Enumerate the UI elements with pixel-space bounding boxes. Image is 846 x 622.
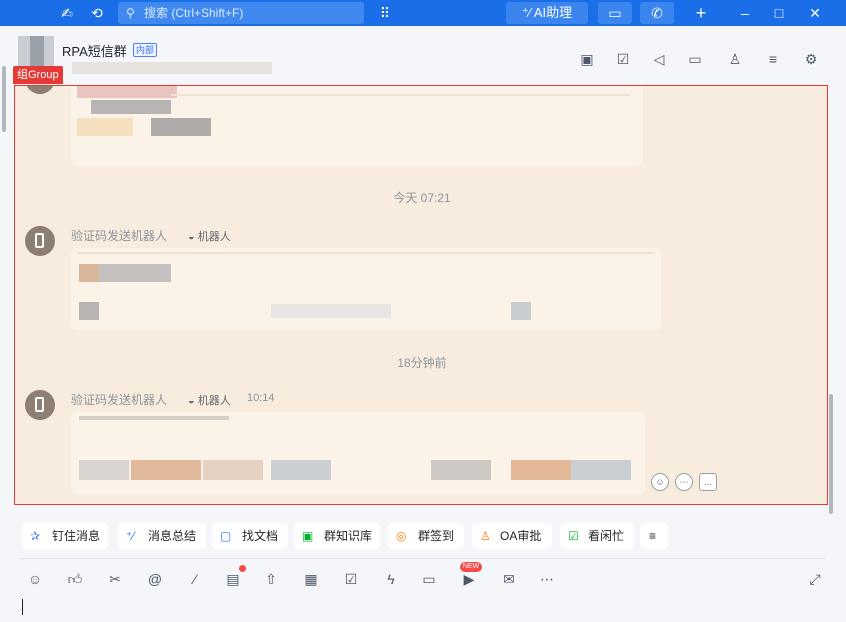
add-reaction-icon[interactable]: ☺ [651, 473, 669, 491]
message-input[interactable] [22, 599, 23, 615]
search-placeholder: 搜索 (Ctrl+Shift+F) [144, 6, 244, 20]
app-logo-icon[interactable]: ✍ [58, 4, 76, 22]
phone-icon [35, 233, 44, 248]
screen-share-icon: ▭ [608, 5, 622, 21]
live-icon[interactable]: ▣ [578, 50, 596, 68]
pin-message-label: 钉住消息 [52, 529, 101, 543]
reply-icon[interactable]: ⋯ [675, 473, 693, 491]
new-doc-icon[interactable]: ▤ [224, 570, 242, 588]
find-doc-label: 找文档 [242, 529, 279, 543]
pin-icon: ✰ [30, 529, 41, 543]
maximize-icon[interactable]: □ [770, 4, 788, 22]
sender-name[interactable]: 验证码发送机器人 [71, 391, 167, 408]
menu-icon: ≡ [649, 529, 657, 543]
mention-icon[interactable]: @ [146, 570, 164, 588]
search-input[interactable]: ⚲ 搜索 (Ctrl+Shift+F) [118, 2, 364, 24]
notification-dot [239, 565, 246, 572]
blurred-content [72, 62, 272, 74]
task-icon[interactable]: ☑ [342, 570, 360, 588]
settings-icon[interactable]: ⚙ [802, 50, 820, 68]
more-actions-button[interactable]: ≡ [640, 523, 668, 549]
history-icon[interactable]: ⟲ [88, 4, 106, 22]
bot-tag-label: 机器人 [197, 231, 231, 243]
more-actions-icon[interactable]: … [699, 473, 717, 491]
knowledge-base-label: 群知识库 [324, 529, 373, 543]
left-scrollbar[interactable] [2, 66, 6, 132]
more-tools-icon[interactable]: ⋯ [538, 570, 556, 588]
message-card[interactable] [71, 86, 643, 166]
checkin-icon: ◎ [396, 529, 407, 543]
right-scrollbar[interactable] [829, 394, 833, 514]
bot-tag: ◒ 机器人 [185, 228, 234, 244]
upload-file-icon[interactable]: ⇧ [262, 570, 280, 588]
free-busy-label: 看闲忙 [588, 529, 625, 543]
bot-avatar[interactable] [25, 226, 55, 256]
message-list: 今天 07:21 验证码发送机器人 ◒ 机器人 18分钟前 验证码发送机器人 ◒… [14, 85, 828, 505]
quick-action-bar: ✰ 钉住消息 ⁺⁄ 消息总结 ▢ 找文档 ▣ 群知识库 ◎ 群签到 ♙ OA审批… [0, 518, 846, 554]
time-divider: 今天 07:21 [393, 191, 451, 205]
message-card[interactable] [71, 412, 645, 494]
group-title[interactable]: RPA短信群 [62, 41, 127, 60]
internal-badge: 内部 [133, 43, 158, 57]
search-icon: ⚲ [126, 6, 135, 20]
call-button[interactable]: ✆ [640, 2, 674, 24]
calendar-free-busy-icon: ☑ [568, 529, 579, 543]
emoji-icon[interactable]: ☺ [26, 570, 44, 588]
summary-label: 消息总结 [148, 529, 197, 543]
robot-icon: ◒ [188, 231, 198, 243]
find-doc-button[interactable]: ▢ 找文档 [212, 523, 288, 549]
sender-avatar[interactable] [25, 86, 55, 94]
bot-avatar[interactable] [25, 390, 55, 420]
note-icon[interactable]: ▦ [302, 570, 320, 588]
find-doc-icon: ▢ [220, 529, 232, 543]
oa-approval-button[interactable]: ♙ OA审批 [472, 523, 552, 549]
pin-message-button[interactable]: ✰ 钉住消息 [22, 523, 108, 549]
summary-button[interactable]: ⁺⁄ 消息总结 [118, 523, 206, 549]
bot-tag-label: 机器人 [197, 395, 231, 407]
folder-icon[interactable]: ▭ [686, 50, 704, 68]
new-badge: NEW [460, 562, 482, 572]
oa-approval-label: OA审批 [500, 529, 542, 543]
bot-tag: ◒ 机器人 [185, 392, 234, 408]
minimize-icon[interactable]: – [736, 4, 754, 22]
ai-assistant-button[interactable]: ⁺⁄ AI助理 [506, 2, 588, 24]
add-member-icon[interactable]: ♙ [726, 50, 744, 68]
checkin-label: 群签到 [418, 529, 455, 543]
checkin-button[interactable]: ◎ 群签到 [388, 523, 464, 549]
message-card[interactable] [71, 248, 661, 330]
plus-icon[interactable]: + [692, 4, 710, 22]
knowledge-base-button[interactable]: ▣ 群知识库 [294, 523, 380, 549]
robot-icon: ◒ [188, 395, 198, 407]
todo-icon[interactable]: ☑ [614, 50, 632, 68]
ai-assistant-icon: ⁺⁄ [521, 5, 534, 20]
phone-icon [35, 397, 44, 412]
live-stream-icon[interactable]: ▶ [460, 570, 478, 588]
expand-icon[interactable]: ⤢ [806, 570, 824, 588]
quick-reply-icon[interactable]: ϟ [382, 570, 400, 588]
sender-name[interactable]: 验证码发送机器人 [71, 227, 167, 244]
announcement-icon[interactable]: ◁ [650, 50, 668, 68]
approval-icon: ♙ [480, 529, 491, 543]
divider [20, 558, 826, 559]
group-tag: 组Group [13, 66, 63, 84]
free-busy-button[interactable]: ☑ 看闲忙 [560, 523, 634, 549]
ai-assistant-label: AI助理 [533, 5, 573, 20]
message-time: 10:14 [247, 392, 275, 404]
mail-icon[interactable]: ✉ [500, 570, 518, 588]
thumbs-up-icon[interactable]: 👍︎ [66, 570, 84, 588]
title-bar: ✍ ⟲ ⚲ 搜索 (Ctrl+Shift+F) ⠿ ⁺⁄ AI助理 ▭ ✆ + … [0, 0, 846, 26]
summary-icon: ⁺⁄ [126, 529, 135, 543]
video-call-icon[interactable]: ▭ [420, 570, 438, 588]
command-icon[interactable]: ⁄ [186, 570, 204, 588]
search-history-icon[interactable]: ≡ [764, 50, 782, 68]
screen-share-button[interactable]: ▭ [598, 2, 632, 24]
apps-grid-icon[interactable]: ⠿ [376, 4, 394, 22]
knowledge-base-icon: ▣ [302, 529, 314, 543]
call-icon: ✆ [651, 5, 663, 21]
close-icon[interactable]: ✕ [806, 4, 824, 22]
scissors-icon[interactable]: ✂ [106, 570, 124, 588]
time-divider: 18分钟前 [397, 356, 447, 370]
